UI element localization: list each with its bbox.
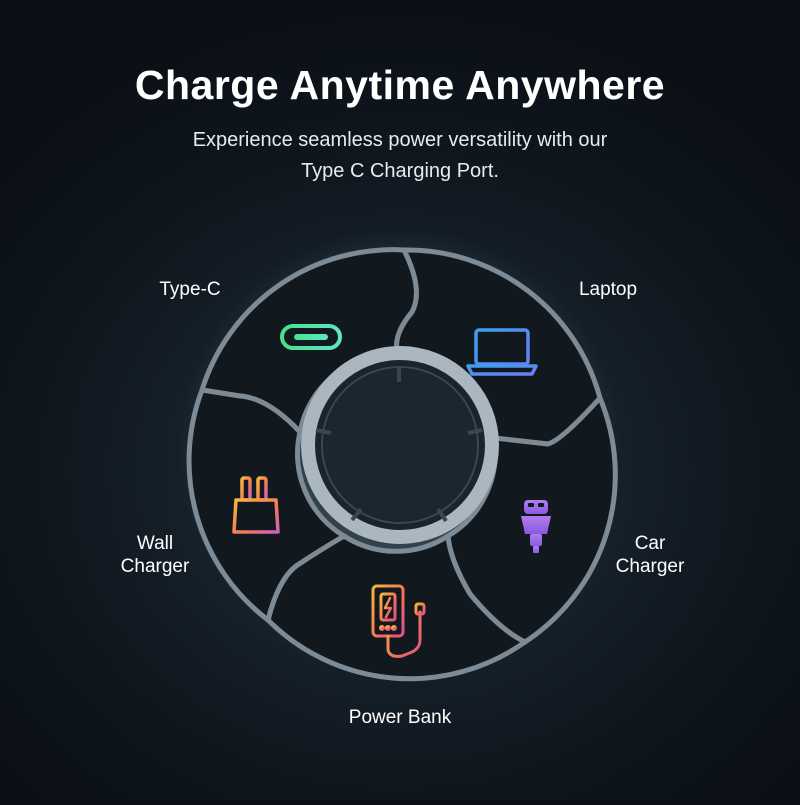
label-laptop: Laptop <box>548 278 668 301</box>
label-type-c: Type-C <box>130 278 250 301</box>
label-wall-charger-line1: Wall <box>136 533 174 554</box>
label-car-charger: Car Charger <box>590 532 710 578</box>
label-car-charger-line2: Charger <box>615 556 685 577</box>
label-wall-charger-line2: Charger <box>120 556 190 577</box>
label-power-bank-line1: Power Bank <box>348 707 452 728</box>
label-wall-charger: Wall Charger <box>95 532 215 578</box>
center-hub <box>324 369 476 521</box>
label-car-charger-line1: Car <box>634 533 666 554</box>
label-power-bank: Power Bank <box>318 706 482 729</box>
compatibility-wheel: Type-C Laptop Car Charger Power Bank Wal… <box>0 0 800 800</box>
label-laptop-line1: Laptop <box>578 279 638 300</box>
label-type-c-line1: Type-C <box>159 279 221 300</box>
wheel-graphic <box>178 228 622 682</box>
